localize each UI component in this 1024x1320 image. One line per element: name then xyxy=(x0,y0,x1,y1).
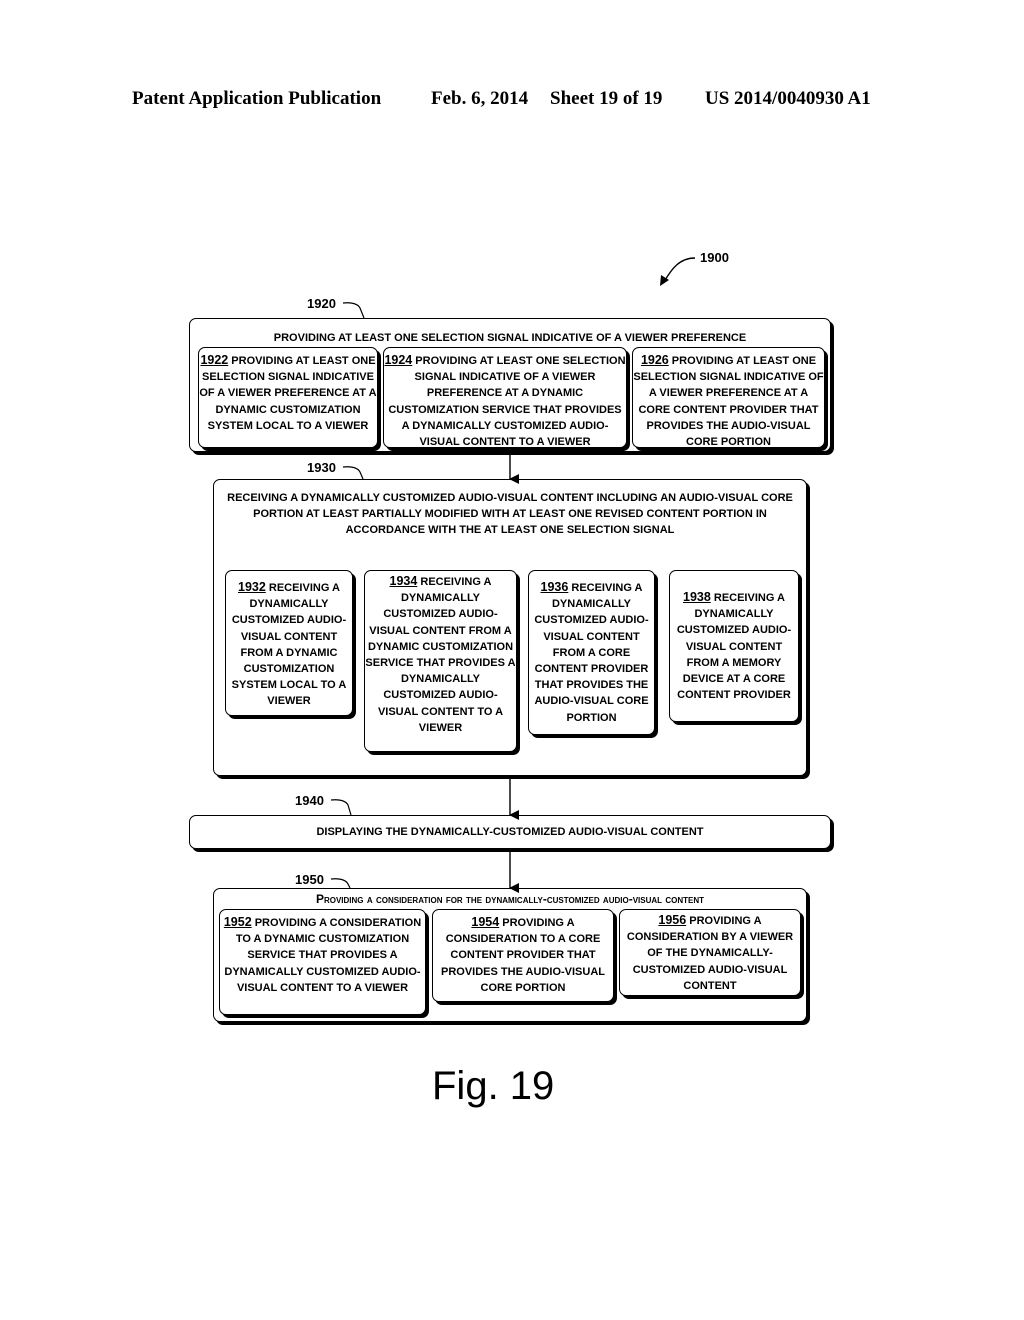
option-1922-num: 1922 xyxy=(200,353,229,367)
publication-date: Feb. 6, 2014 xyxy=(431,88,529,109)
option-1952-box: 1952 PROVIDING A CONSIDERATION TO A DYNA… xyxy=(219,909,426,1015)
step-1940-ref: 1940 xyxy=(295,793,324,808)
step-1950-leader xyxy=(330,878,351,889)
option-1954-text: PROVIDING A CONSIDERATION TO A CORE CONT… xyxy=(441,917,605,994)
option-1934-box: 1934 RECEIVING A DYNAMICALLY CUSTOMIZED … xyxy=(364,570,517,752)
step-1930-leader xyxy=(342,466,364,480)
step-1920-leader xyxy=(342,302,365,319)
option-1952-text: PROVIDING A CONSIDERATION TO A DYNAMIC C… xyxy=(224,917,422,994)
option-1936-box: 1936 RECEIVING A DYNAMICALLY CUSTOMIZED … xyxy=(528,570,655,735)
option-1936-text: RECEIVING A DYNAMICALLY CUSTOMIZED AUDIO… xyxy=(534,582,649,724)
option-1924-text: PROVIDING AT LEAST ONE SELECTION SIGNAL … xyxy=(388,355,626,449)
option-1936-num: 1936 xyxy=(540,580,569,594)
option-1924-num: 1924 xyxy=(384,353,413,367)
option-1954-num: 1954 xyxy=(471,915,500,929)
patent-header: Patent Application Publication Feb. 6, 2… xyxy=(0,88,1024,116)
option-1934-num: 1934 xyxy=(389,574,418,588)
diagram-ref-arrow xyxy=(663,257,696,283)
option-1932-text: RECEIVING A DYNAMICALLY CUSTOMIZED AUDIO… xyxy=(231,582,347,708)
publication-label: Patent Application Publication xyxy=(132,88,382,109)
step-1930-title: RECEIVING A DYNAMICALLY CUSTOMIZED AUDIO… xyxy=(227,492,793,537)
step-1940-title: DISPLAYING THE DYNAMICALLY-CUSTOMIZED AU… xyxy=(316,826,704,838)
option-1932-box: 1932 RECEIVING A DYNAMICALLY CUSTOMIZED … xyxy=(225,570,353,716)
step-1920-ref: 1920 xyxy=(307,296,336,311)
step-1920-title: PROVIDING AT LEAST ONE SELECTION SIGNAL … xyxy=(273,332,747,344)
step-1950-title: Providing a consideration for the dynami… xyxy=(315,892,705,906)
option-1938-num: 1938 xyxy=(683,590,711,604)
step-1940-leader xyxy=(330,799,352,816)
figure-label: Fig. 19 xyxy=(432,1064,555,1108)
diagram-ref-arrowhead xyxy=(660,275,669,286)
option-1954-box: 1954 PROVIDING A CONSIDERATION TO A CORE… xyxy=(432,909,614,1002)
patent-number: US 2014/0040930 A1 xyxy=(705,88,871,109)
step-1940-box: DISPLAYING THE DYNAMICALLY-CUSTOMIZED AU… xyxy=(189,815,831,849)
option-1926-num: 1926 xyxy=(640,353,669,367)
option-1952-num: 1952 xyxy=(223,915,252,929)
option-1956-text: PROVIDING A CONSIDERATION BY A VIEWER OF… xyxy=(626,915,794,992)
option-1932-num: 1932 xyxy=(238,580,266,594)
option-1924-box: 1924 PROVIDING AT LEAST ONE SELECTION SI… xyxy=(383,347,627,448)
option-1938-text: RECEIVING A DYNAMICALLY CUSTOMIZED AUDIO… xyxy=(676,592,792,702)
option-1938-box: 1938 RECEIVING A DYNAMICALLY CUSTOMIZED … xyxy=(669,570,799,722)
option-1956-num: 1956 xyxy=(658,913,687,927)
step-1950-ref: 1950 xyxy=(295,872,324,887)
step-1930-ref: 1930 xyxy=(307,460,336,475)
diagram-ref-label: 1900 xyxy=(700,250,729,265)
sheet-number: Sheet 19 of 19 xyxy=(550,88,663,109)
option-1926-text: PROVIDING AT LEAST ONE SELECTION SIGNAL … xyxy=(633,355,824,449)
option-1956-box: 1956 PROVIDING A CONSIDERATION BY A VIEW… xyxy=(619,909,801,996)
option-1922-box: 1922 PROVIDING AT LEAST ONE SELECTION SI… xyxy=(198,347,378,448)
option-1934-text: RECEIVING A DYNAMICALLY CUSTOMIZED AUDIO… xyxy=(365,576,516,734)
option-1926-box: 1926 PROVIDING AT LEAST ONE SELECTION SI… xyxy=(632,347,825,448)
